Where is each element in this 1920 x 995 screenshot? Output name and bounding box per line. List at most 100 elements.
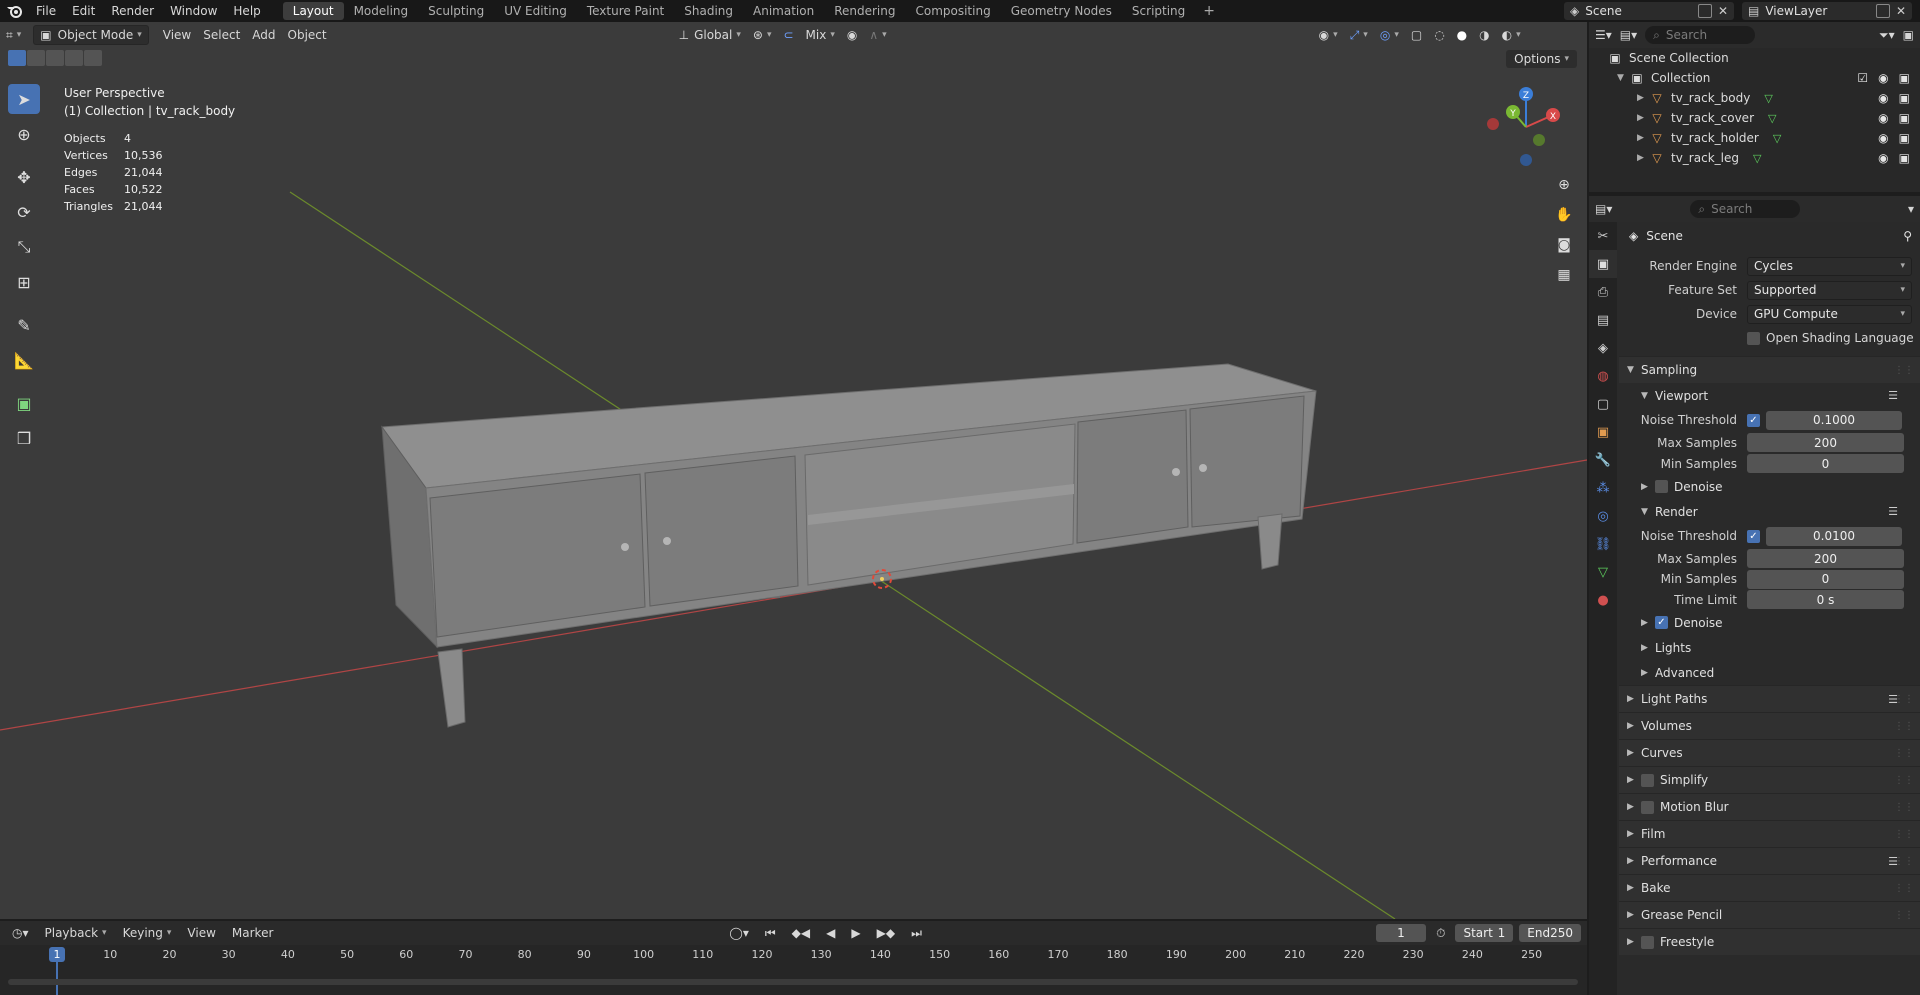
drag-handle-icon[interactable]: ⋮⋮: [1894, 883, 1914, 894]
motion-blur-checkbox[interactable]: [1641, 800, 1654, 814]
navigation-gizmo[interactable]: Z X Y: [1481, 82, 1571, 182]
annotate-tool[interactable]: ✎: [8, 310, 40, 340]
start-frame-field[interactable]: Start 1: [1455, 924, 1514, 942]
mesh-data-icon[interactable]: ▽: [1764, 92, 1772, 105]
simplify-checkbox[interactable]: [1641, 773, 1654, 787]
proportional-edit-toggle[interactable]: ◉: [841, 25, 863, 45]
outliner-object-tv-rack-cover[interactable]: ▶ ▽ tv_rack_cover ▽ ◉ ▣: [1589, 108, 1920, 128]
overlays-toggle[interactable]: ◎ ▾: [1374, 25, 1405, 45]
modifier-tab-icon[interactable]: 🔧: [1589, 446, 1617, 474]
add-workspace-icon[interactable]: +: [1195, 3, 1223, 19]
eye-icon[interactable]: ◉: [1878, 91, 1888, 105]
expand-chevron-icon[interactable]: ▶: [1637, 153, 1649, 163]
drag-handle-icon[interactable]: ⋮⋮: [1894, 721, 1914, 732]
select-new-icon[interactable]: [8, 50, 26, 66]
render-engine-dropdown[interactable]: Cycles ▾: [1747, 256, 1912, 276]
play-icon[interactable]: ▶: [845, 923, 866, 943]
snap-mode-selector[interactable]: Mix ▾: [800, 25, 841, 45]
menu-object[interactable]: Object: [282, 25, 333, 45]
outliner-object-tv-rack-leg[interactable]: ▶ ▽ tv_rack_leg ▽ ◉ ▣: [1589, 148, 1920, 168]
outliner-scene-collection[interactable]: ▣ Scene Collection: [1589, 48, 1920, 68]
select-intersect-icon[interactable]: [84, 50, 102, 66]
menu-select[interactable]: Select: [197, 25, 246, 45]
eye-icon[interactable]: ◉: [1878, 151, 1888, 165]
tab-compositing[interactable]: Compositing: [905, 2, 1000, 20]
mesh-data-icon[interactable]: ▽: [1773, 132, 1781, 145]
tool-tab-icon[interactable]: ✂: [1589, 222, 1617, 250]
scene-selector[interactable]: ◈ Scene ✕: [1564, 2, 1734, 20]
menu-timeline-view[interactable]: View: [181, 923, 221, 943]
tab-texture-paint[interactable]: Texture Paint: [577, 2, 674, 20]
tab-rendering[interactable]: Rendering: [824, 2, 905, 20]
expand-chevron-icon[interactable]: ▶: [1637, 113, 1649, 123]
end-frame-field[interactable]: End 250: [1519, 924, 1581, 942]
expand-chevron-icon[interactable]: ▼: [1617, 73, 1629, 83]
curves-panel-header[interactable]: ▶ Curves ⋮⋮: [1619, 739, 1920, 766]
camera-icon[interactable]: ▣: [1899, 131, 1910, 145]
cursor-tool[interactable]: ⊕: [8, 119, 40, 149]
stopwatch-icon[interactable]: ⏱: [1430, 923, 1451, 943]
mode-selector[interactable]: ▣ Object Mode ▾: [33, 25, 149, 45]
render-subpanel-header[interactable]: ▼ Render ☰: [1619, 499, 1920, 524]
outliner-editor-icon[interactable]: ☰▾: [1595, 28, 1612, 42]
prev-keyframe-icon[interactable]: ◆◀: [786, 923, 816, 943]
osl-checkbox[interactable]: [1747, 331, 1760, 345]
pan-hand-icon[interactable]: ✋: [1551, 202, 1577, 228]
sampling-panel-header[interactable]: ▼ Sampling ⋮⋮: [1619, 356, 1920, 383]
select-subtract-icon[interactable]: [46, 50, 64, 66]
camera-icon[interactable]: ▣: [1899, 111, 1910, 125]
freestyle-panel-header[interactable]: ▶ Freestyle: [1619, 928, 1920, 955]
grease-pencil-panel-header[interactable]: ▶ Grease Pencil ⋮⋮: [1619, 901, 1920, 928]
select-invert-icon[interactable]: [65, 50, 83, 66]
render-noise-checkbox[interactable]: ✓: [1747, 529, 1760, 543]
display-mode-icon[interactable]: ▤▾: [1620, 28, 1637, 42]
editor-type-button[interactable]: ⌗ ▾: [0, 25, 27, 45]
device-dropdown[interactable]: GPU Compute ▾: [1747, 304, 1912, 324]
xray-toggle[interactable]: ▢: [1405, 25, 1428, 45]
presets-list-icon[interactable]: ☰: [1888, 389, 1898, 402]
new-scene-icon[interactable]: [1697, 4, 1712, 18]
camera-icon[interactable]: ▣: [1899, 151, 1910, 165]
tab-layout[interactable]: Layout: [282, 2, 344, 20]
drag-handle-icon[interactable]: ⋮⋮: [1894, 694, 1914, 705]
blender-logo-icon[interactable]: [0, 0, 28, 22]
delete-scene-icon[interactable]: ✕: [1718, 4, 1728, 18]
tab-animation[interactable]: Animation: [743, 2, 824, 20]
zoom-icon[interactable]: ⊕: [1551, 172, 1577, 198]
drag-handle-icon[interactable]: ⋮⋮: [1894, 365, 1914, 376]
pin-icon[interactable]: ⚲: [1903, 229, 1912, 243]
light-paths-panel-header[interactable]: ▶ Light Paths ☰ ⋮⋮: [1619, 685, 1920, 712]
viewport-max-samples-field[interactable]: 200: [1747, 433, 1904, 452]
transform-orientation[interactable]: ⊥ Global ▾: [673, 25, 747, 45]
move-tool[interactable]: ✥: [8, 162, 40, 192]
menu-render[interactable]: Render: [103, 0, 162, 22]
shading-wireframe[interactable]: ◌: [1428, 25, 1450, 45]
checkbox-icon[interactable]: ☑: [1857, 71, 1868, 85]
new-collection-icon[interactable]: ▣: [1903, 28, 1914, 42]
auto-keying-icon[interactable]: ◯▾: [723, 923, 754, 943]
eye-icon[interactable]: ◉: [1878, 131, 1888, 145]
object-tab-icon[interactable]: ▣: [1589, 418, 1617, 446]
tab-scripting[interactable]: Scripting: [1122, 2, 1195, 20]
select-extend-icon[interactable]: [27, 50, 45, 66]
drag-handle-icon[interactable]: ⋮⋮: [1894, 748, 1914, 759]
menu-add[interactable]: Add: [246, 25, 281, 45]
menu-file[interactable]: File: [28, 0, 64, 22]
rotate-tool[interactable]: ⟳: [8, 197, 40, 227]
properties-search[interactable]: ⌕ Search: [1690, 200, 1801, 218]
shading-material[interactable]: ◑: [1473, 25, 1495, 45]
timeline-ruler[interactable]: 1102030405060708090100110120130140150160…: [0, 945, 1587, 995]
transform-tool[interactable]: ⊞: [8, 267, 40, 297]
render-denoise-row[interactable]: ▶ ✓ Denoise: [1619, 610, 1920, 635]
mesh-data-icon[interactable]: ▽: [1753, 152, 1761, 165]
select-box-tool[interactable]: ➤: [8, 84, 40, 114]
camera-icon[interactable]: ▣: [1899, 91, 1910, 105]
viewport-subpanel-header[interactable]: ▼ Viewport ☰: [1619, 383, 1920, 408]
tab-modeling[interactable]: Modeling: [344, 2, 419, 20]
feature-set-dropdown[interactable]: Supported ▾: [1747, 280, 1912, 300]
delete-view-layer-icon[interactable]: ✕: [1896, 4, 1906, 18]
bake-panel-header[interactable]: ▶ Bake ⋮⋮: [1619, 874, 1920, 901]
pivot-point-button[interactable]: ⊛ ▾: [747, 25, 778, 45]
view-layer-selector[interactable]: ▤ ViewLayer ✕: [1742, 2, 1912, 20]
advanced-subpanel-header[interactable]: ▶ Advanced: [1619, 660, 1920, 685]
